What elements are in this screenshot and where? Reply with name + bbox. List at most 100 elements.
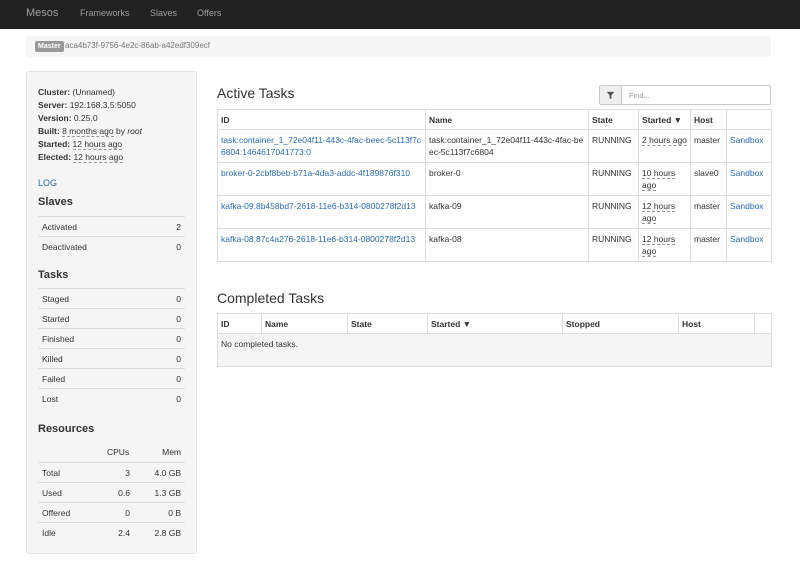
col-host[interactable]: Host (690, 109, 727, 130)
res-mem: 4.0 GB (154, 468, 181, 478)
tasks-row-staged: Staged 0 (38, 288, 185, 308)
task-state: RUNNING (588, 162, 639, 196)
master-id: aca4b73f-9756-4e2c-86ab-a42edf309ecf (65, 41, 211, 50)
col-host[interactable]: Host (678, 313, 755, 334)
stat-value: 0 (176, 334, 181, 344)
task-id-link[interactable]: kafka-09.8b458bd7-2618-11e6-b314-0800278… (221, 201, 416, 211)
res-cpus: 0 (125, 508, 130, 518)
stat-label: Failed (42, 374, 66, 384)
tasks-table: Staged 0 Started 0 Finished 0 Killed 0 F… (38, 288, 185, 408)
sandbox-link[interactable]: Sandbox (730, 201, 764, 211)
elected-label: Elected: (38, 152, 72, 162)
server-label: Server: (38, 100, 68, 110)
tasks-row-failed: Failed 0 (38, 368, 185, 388)
res-mem: 1.3 GB (154, 488, 181, 498)
res-label: Total (42, 468, 60, 478)
col-state[interactable]: State (588, 109, 639, 130)
resources-heading: Resources (38, 423, 95, 435)
resources-row-idle: Idle 2.4 2.8 GB (38, 522, 185, 542)
table-row: task:container_1_72e04f11-443c-4fac-beec… (217, 129, 772, 163)
col-state[interactable]: State (347, 313, 428, 334)
brand-logo[interactable]: Mesos (26, 7, 58, 19)
stat-value: 0 (176, 294, 181, 304)
filter-icon[interactable] (600, 86, 622, 104)
slaves-heading: Slaves (38, 196, 73, 208)
stat-label: Killed (42, 354, 63, 364)
version-label: Version: (38, 113, 72, 123)
started-info: Started: 12 hours ago (38, 139, 123, 150)
resources-row-offered: Offered 0 0 B (38, 502, 185, 522)
col-started[interactable]: Started ▼ (638, 109, 691, 130)
server-info: Server: 192.168.3.5:5050 (38, 100, 136, 110)
stat-label: Activated (42, 222, 77, 232)
col-started[interactable]: Started ▼ (427, 313, 563, 334)
stat-value: 0 (176, 394, 181, 404)
completed-tasks-title: Completed Tasks (217, 290, 325, 306)
slaves-table: Activated 2 Deactivated 0 (38, 216, 185, 256)
task-name: kafka-09 (425, 195, 589, 229)
task-id-link[interactable]: broker-0-2cbf8beb-b71a-4da3-addc-4f18987… (221, 168, 410, 178)
stat-label: Staged (42, 294, 69, 304)
started-label: Started: (38, 139, 71, 149)
active-tasks-table: ID Name State Started ▼ Host task:contai… (217, 109, 772, 262)
table-row: kafka-08.87c4a276-2618-11e6-b314-0800278… (217, 228, 772, 262)
slaves-row-activated: Activated 2 (38, 216, 185, 236)
built-info: Built: 8 months ago by root (38, 126, 142, 137)
task-filter (599, 85, 771, 105)
task-host: slave0 (690, 162, 727, 196)
resources-row-used: Used 0.6 1.3 GB (38, 482, 185, 502)
nav-frameworks[interactable]: Frameworks (80, 8, 130, 18)
task-host: master (690, 195, 727, 229)
stat-value: 0 (176, 354, 181, 364)
res-label: Used (42, 488, 62, 498)
table-header-row: ID Name State Started ▼ Stopped Host (217, 313, 772, 334)
stat-label: Lost (42, 394, 59, 404)
elected-info: Elected: 12 hours ago (38, 152, 124, 163)
col-name[interactable]: Name (261, 313, 348, 334)
task-id-link[interactable]: task:container_1_72e04f11-443c-4fac-beec… (221, 135, 421, 157)
started-value: 12 hours ago (72, 139, 123, 150)
breadcrumb: Master aca4b73f-9756-4e2c-86ab-a42edf309… (26, 36, 771, 57)
log-link[interactable]: LOG (38, 178, 57, 188)
nav-slaves[interactable]: Slaves (150, 8, 177, 18)
res-cpus: 2.4 (118, 528, 130, 538)
elected-value: 12 hours ago (73, 152, 124, 163)
cluster-info: Cluster: (Unnamed) (38, 87, 115, 97)
cpus-header: CPUs (107, 447, 130, 457)
resources-header: CPUs Mem (38, 442, 185, 462)
slaves-row-deactivated: Deactivated 0 (38, 236, 185, 256)
master-badge: Master (35, 41, 64, 52)
res-cpus: 3 (125, 468, 130, 478)
stat-value: 2 (176, 222, 181, 232)
col-id[interactable]: ID (217, 313, 262, 334)
built-time: 8 months ago (62, 126, 114, 137)
sandbox-link[interactable]: Sandbox (730, 234, 764, 244)
task-id-link[interactable]: kafka-08.87c4a276-2618-11e6-b314-0800278… (221, 234, 415, 244)
res-label: Idle (42, 528, 56, 538)
col-sandbox (754, 313, 772, 334)
cluster-label: Cluster: (38, 87, 71, 97)
filter-input[interactable] (623, 86, 770, 104)
top-navbar: Mesos Frameworks Slaves Offers (0, 0, 800, 29)
version-value: 0.25.0 (73, 113, 98, 123)
table-header-row: ID Name State Started ▼ Host (217, 109, 772, 130)
cluster-value: (Unnamed) (72, 87, 116, 97)
built-label: Built: (38, 126, 60, 136)
col-id[interactable]: ID (217, 109, 426, 130)
nav-offers[interactable]: Offers (197, 8, 221, 18)
res-mem: 2.8 GB (154, 528, 181, 538)
col-name[interactable]: Name (425, 109, 589, 130)
tasks-heading: Tasks (38, 269, 69, 281)
empty-message: No completed tasks. (217, 333, 772, 367)
empty-row: No completed tasks. (217, 333, 772, 367)
table-row: kafka-09.8b458bd7-2618-11e6-b314-0800278… (217, 195, 772, 229)
stat-value: 0 (176, 374, 181, 384)
sandbox-link[interactable]: Sandbox (730, 135, 764, 145)
col-stopped[interactable]: Stopped (562, 313, 679, 334)
sandbox-link[interactable]: Sandbox (730, 168, 764, 178)
task-name: task:container_1_72e04f11-443c-4fac-beec… (425, 129, 589, 163)
task-host: master (690, 228, 727, 262)
version-info: Version: 0.25.0 (38, 113, 98, 123)
resources-row-total: Total 3 4.0 GB (38, 462, 185, 482)
task-started: 10 hours ago (642, 168, 676, 191)
